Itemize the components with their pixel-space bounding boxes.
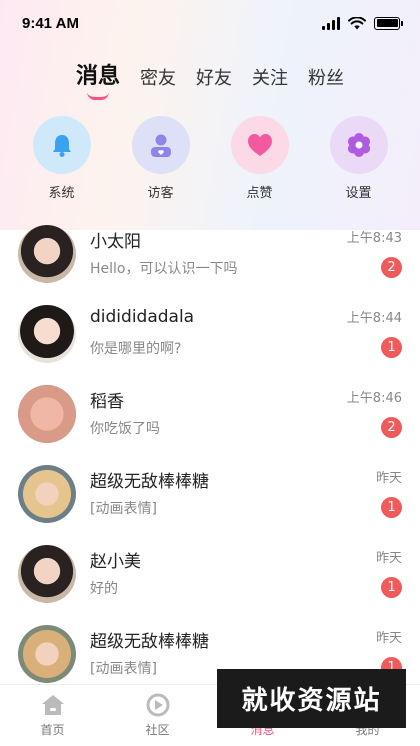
- last-message: Hello，可以认识一下吗: [90, 261, 238, 277]
- heart-icon: [230, 116, 289, 174]
- conversation-row[interactable]: 超级无敌棒棒糖 [动画表情] 昨天 1: [0, 454, 420, 534]
- unread-badge: 1: [381, 577, 402, 598]
- home-icon: [41, 695, 64, 715]
- message-time: 昨天: [375, 551, 402, 566]
- tabbar-label: 社区: [145, 723, 170, 737]
- message-time: 上午8:43: [346, 231, 402, 246]
- avatar: [18, 225, 76, 283]
- conversation-row[interactable]: 小太阳 Hello，可以认识一下吗 上午8:43 2: [0, 214, 420, 294]
- quick-action-likes[interactable]: 点赞: [220, 116, 300, 201]
- status-time: 9:41 AM: [22, 14, 79, 32]
- quick-action-system[interactable]: 系统: [22, 116, 102, 201]
- quick-actions: 系统 访客 点赞 设置: [0, 116, 420, 201]
- gear-icon: [329, 116, 388, 174]
- visitor-icon: [131, 116, 190, 174]
- quick-action-visitors[interactable]: 访客: [121, 116, 201, 201]
- status-icons: [322, 16, 403, 30]
- conversation-row[interactable]: 赵小美 好的 昨天 1: [0, 534, 420, 614]
- tab-messages[interactable]: 消息: [75, 58, 120, 100]
- tab-close-friends[interactable]: 密友: [140, 64, 176, 96]
- last-message: [动画表情]: [90, 661, 157, 677]
- conversation-list: 小太阳 Hello，可以认识一下吗 上午8:43 2 didididadala …: [0, 214, 420, 694]
- tab-fans[interactable]: 粉丝: [308, 64, 344, 96]
- avatar: [18, 545, 76, 603]
- bell-icon: [32, 116, 91, 174]
- watermark-overlay: 就收资源站: [217, 669, 406, 728]
- last-message: 你是哪里的啊?: [90, 341, 182, 357]
- message-time: 昨天: [375, 631, 402, 646]
- contact-name: 小太阳: [90, 232, 141, 252]
- quick-action-label: 设置: [345, 186, 372, 201]
- contact-name: didididadala: [90, 307, 195, 327]
- message-time: 上午8:44: [346, 311, 402, 326]
- unread-badge: 1: [381, 337, 402, 358]
- last-message: 好的: [90, 581, 118, 597]
- wifi-icon: [348, 16, 366, 29]
- quick-action-label: 点赞: [246, 186, 273, 201]
- conversation-row[interactable]: 稻香 你吃饭了吗 上午8:46 2: [0, 374, 420, 454]
- tabbar-home[interactable]: 首页: [18, 693, 88, 746]
- contact-name: 赵小美: [90, 552, 141, 572]
- tab-friends[interactable]: 好友: [196, 64, 232, 96]
- message-time: 上午8:46: [346, 391, 402, 406]
- conversation-row[interactable]: didididadala 你是哪里的啊? 上午8:44 1: [0, 294, 420, 374]
- tab-following[interactable]: 关注: [252, 64, 288, 96]
- message-time: 昨天: [375, 471, 402, 486]
- last-message: [动画表情]: [90, 501, 157, 517]
- quick-action-settings[interactable]: 设置: [319, 116, 399, 201]
- tab-label: 粉丝: [308, 68, 344, 89]
- tabbar-label: 首页: [40, 723, 65, 737]
- contact-name: 稻香: [90, 392, 124, 412]
- tab-label: 密友: [140, 68, 176, 89]
- contact-name: 超级无敌棒棒糖: [90, 472, 209, 492]
- avatar: [18, 625, 76, 683]
- cellular-signal-icon: [322, 16, 340, 30]
- battery-icon: [374, 16, 403, 30]
- tab-label: 关注: [252, 68, 288, 89]
- avatar: [18, 465, 76, 523]
- unread-badge: 2: [381, 257, 402, 278]
- unread-badge: 1: [381, 497, 402, 518]
- avatar: [18, 385, 76, 443]
- message-tabs: 消息 密友 好友 关注 粉丝: [0, 58, 420, 100]
- last-message: 你吃饭了吗: [90, 421, 160, 437]
- quick-action-label: 访客: [147, 186, 174, 201]
- quick-action-label: 系统: [48, 186, 75, 201]
- tab-label: 好友: [196, 68, 232, 89]
- tabbar-community[interactable]: 社区: [123, 693, 193, 746]
- unread-badge: 2: [381, 417, 402, 438]
- avatar: [18, 305, 76, 363]
- contact-name: 超级无敌棒棒糖: [90, 632, 209, 652]
- status-bar: 9:41 AM: [0, 0, 420, 46]
- community-icon: [146, 693, 169, 717]
- tab-label: 消息: [75, 64, 120, 89]
